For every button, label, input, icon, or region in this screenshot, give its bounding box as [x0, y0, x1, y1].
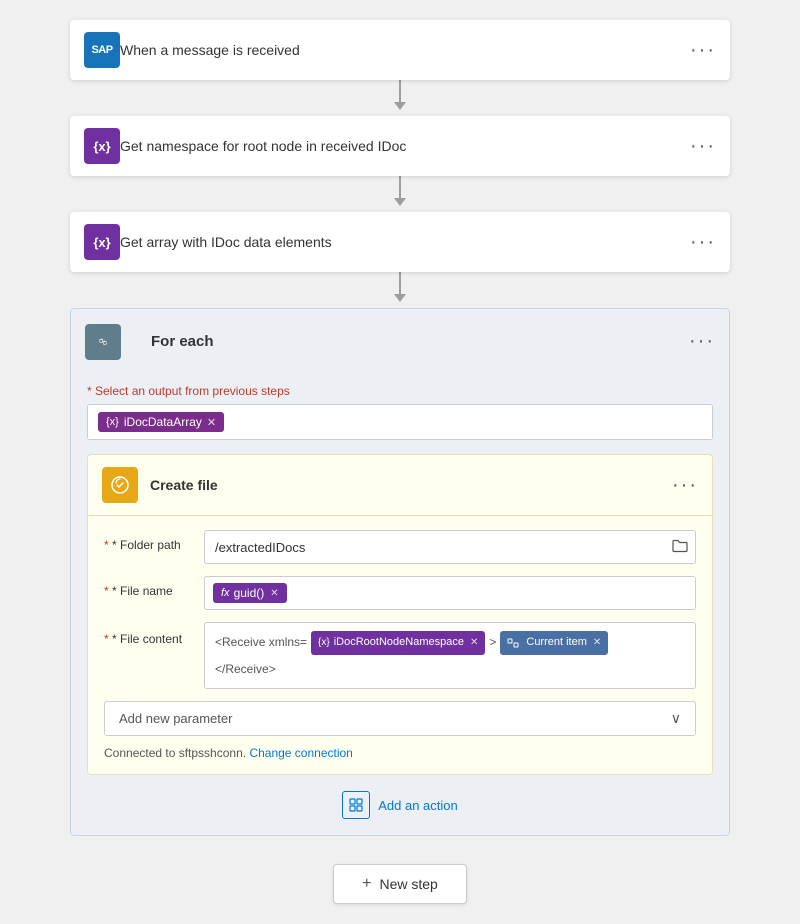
flow-container: SAP When a message is received ··· {x} G…: [70, 20, 730, 904]
required-star-1: *: [104, 538, 109, 552]
arrow-line-2: [399, 176, 401, 198]
expression-icon-3: {x}: [84, 224, 120, 260]
create-file-more-button[interactable]: ···: [672, 474, 698, 497]
guid-tag: fx guid() ✕: [213, 583, 287, 603]
xmlns-label: iDocRootNodeNamespace: [334, 633, 464, 653]
xmlns-tag: {x} iDocRootNodeNamespace ✕: [311, 631, 485, 655]
step-1-card: SAP When a message is received ···: [70, 20, 730, 80]
file-name-label: * * File name: [104, 576, 204, 598]
guid-label: guid(): [234, 586, 265, 600]
add-action-icon: [342, 791, 370, 819]
arrow-head-3: [394, 294, 406, 302]
foreach-more-button[interactable]: ···: [689, 330, 715, 353]
xml-gt: >: [489, 632, 496, 654]
connected-info: Connected to sftpsshconn. Change connect…: [104, 746, 696, 760]
folder-path-text: /extractedIDocs: [215, 540, 305, 555]
idoc-data-array-tag: {x} iDocDataArray ✕: [98, 412, 224, 432]
create-file-card: Create file ··· * * Folder path: [87, 454, 713, 775]
file-name-input[interactable]: fx guid() ✕: [204, 576, 696, 610]
connected-text: Connected to sftpsshconn.: [104, 746, 246, 760]
fx-icon: fx: [221, 587, 230, 599]
arrow-3: [394, 272, 406, 308]
folder-browse-button[interactable]: [672, 539, 688, 556]
new-step-label: New step: [379, 876, 437, 892]
step-1-label: When a message is received: [120, 42, 690, 58]
content-line-1: <Receive xmlns= {x} iDocRootNodeNamespac…: [215, 631, 685, 655]
file-content-input[interactable]: <Receive xmlns= {x} iDocRootNodeNamespac…: [204, 622, 696, 689]
guid-tag-close[interactable]: ✕: [270, 588, 278, 599]
create-file-body: * * Folder path /extractedIDocs: [88, 516, 712, 774]
file-content-value: <Receive xmlns= {x} iDocRootNodeNamespac…: [204, 622, 696, 689]
arrow-line: [399, 80, 401, 102]
arrow-2: [394, 176, 406, 212]
xmlns-brace: {x}: [318, 634, 330, 652]
required-star-2: *: [104, 584, 109, 598]
folder-path-label: * * Folder path: [104, 530, 204, 552]
add-param-label: Add new parameter: [119, 711, 232, 726]
sap-logo: SAP: [91, 44, 112, 56]
current-item-icon-tag: Current item ✕: [500, 631, 608, 655]
arrow-1: [394, 80, 406, 116]
xml-close-tag: </Receive>: [215, 659, 276, 681]
folder-path-row: * * Folder path /extractedIDocs: [104, 530, 696, 564]
file-content-label: * * File content: [104, 622, 204, 646]
file-name-row: * * File name fx guid() ✕: [104, 576, 696, 610]
required-star-3: *: [104, 632, 109, 646]
current-item-label: Current item: [526, 633, 587, 653]
foreach-label: For each: [137, 321, 689, 362]
foreach-container: For each ··· * Select an output from pre…: [70, 308, 730, 836]
arrow-line-3: [399, 272, 401, 294]
step-3-card: {x} Get array with IDoc data elements ··…: [70, 212, 730, 272]
add-action-button[interactable]: Add an action: [87, 791, 713, 819]
folder-path-input-wrapper: /extractedIDocs: [204, 530, 696, 564]
step-2-card: {x} Get namespace for root node in recei…: [70, 116, 730, 176]
create-file-header: Create file ···: [88, 455, 712, 516]
file-content-label-text: * File content: [112, 632, 182, 646]
chevron-down-icon: ∨: [671, 710, 681, 727]
folder-path-value: /extractedIDocs: [204, 530, 696, 564]
add-param-dropdown[interactable]: Add new parameter ∨: [104, 701, 696, 736]
arrow-head: [394, 102, 406, 110]
foreach-icon: [85, 324, 121, 360]
file-name-value: fx guid() ✕: [204, 576, 696, 610]
xml-prefix: <Receive xmlns=: [215, 632, 307, 654]
select-output-input[interactable]: {x} iDocDataArray ✕: [87, 404, 713, 440]
change-connection-link[interactable]: Change connection: [249, 746, 352, 760]
current-item-close[interactable]: ✕: [593, 634, 601, 652]
step-3-label: Get array with IDoc data elements: [120, 234, 690, 250]
content-line-2: </Receive>: [215, 659, 685, 681]
file-content-row: * * File content <Receive xmlns= {x} iDo…: [104, 622, 696, 689]
sap-icon: SAP: [84, 32, 120, 68]
foreach-body: * Select an output from previous steps {…: [71, 384, 729, 819]
expression-icon-2: {x}: [84, 128, 120, 164]
new-step-button[interactable]: + New step: [333, 864, 467, 904]
tag-icon-brace: {x}: [106, 416, 119, 428]
tag-label: iDocDataArray: [124, 415, 202, 429]
step-2-more-button[interactable]: ···: [690, 135, 716, 158]
select-output-label: * Select an output from previous steps: [87, 384, 713, 398]
step-1-more-button[interactable]: ···: [690, 39, 716, 62]
plus-icon: +: [362, 875, 371, 893]
xmlns-tag-close[interactable]: ✕: [470, 634, 478, 652]
arrow-head-2: [394, 198, 406, 206]
step-3-more-button[interactable]: ···: [690, 231, 716, 254]
create-file-icon: [102, 467, 138, 503]
folder-path-input[interactable]: /extractedIDocs: [204, 530, 696, 564]
create-file-label: Create file: [150, 477, 672, 493]
add-action-label: Add an action: [378, 798, 458, 813]
tag-close-button[interactable]: ✕: [207, 416, 216, 429]
foreach-header: For each ···: [71, 309, 729, 374]
step-2-label: Get namespace for root node in received …: [120, 138, 690, 154]
